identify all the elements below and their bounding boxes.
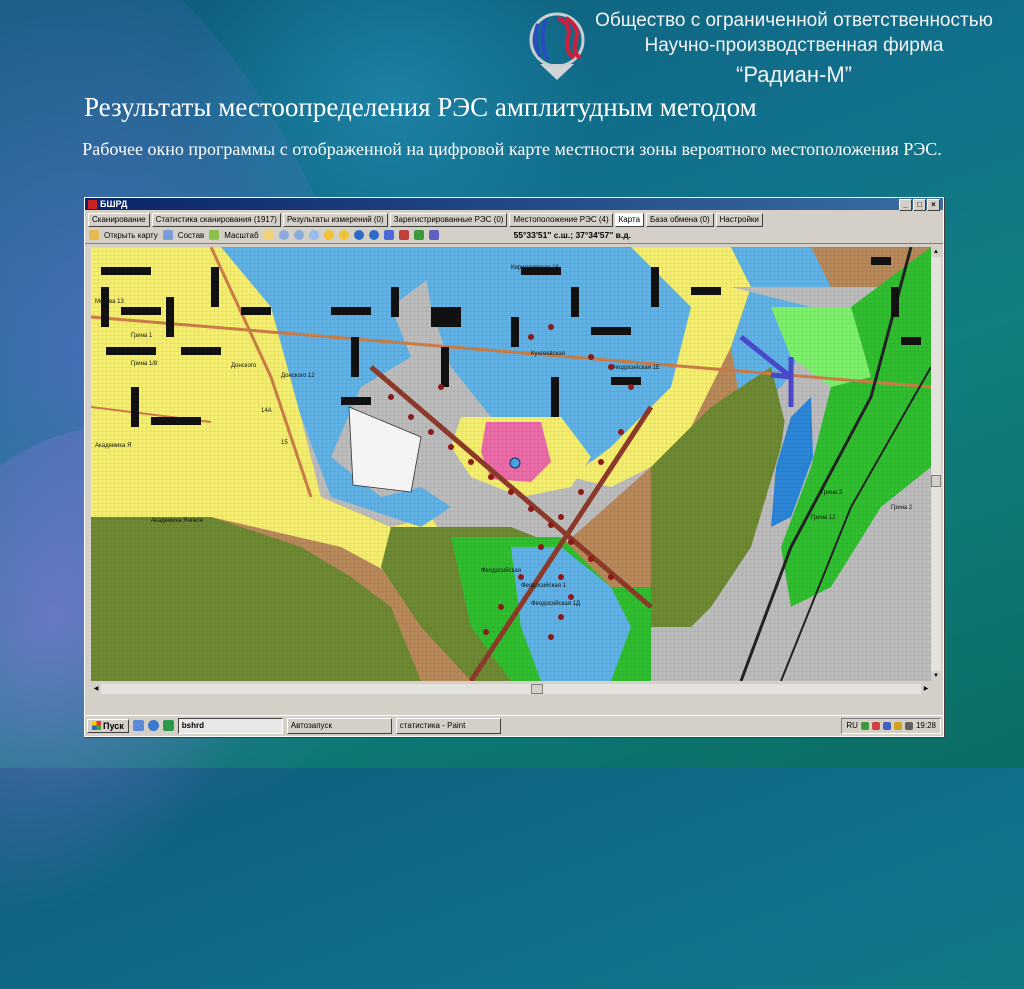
horizontal-scrollbar[interactable]: ◀ ▶ <box>91 684 931 694</box>
windows-logo-icon <box>92 721 101 730</box>
window-title: БШРД <box>100 199 128 209</box>
scroll-down-icon[interactable]: ▼ <box>931 671 941 681</box>
map-canvas[interactable]: Москва 13 Грина 1 Грина 1/8 Донского 12 … <box>91 247 931 681</box>
vertical-scroll-thumb[interactable] <box>931 475 941 487</box>
globe-icon[interactable] <box>368 230 379 240</box>
app-window: БШРД _ □ × Сканирование Статистика скани… <box>84 197 944 737</box>
coordinates-readout: 55°33'51'' с.ш.; 37°34'57'' в.д. <box>513 230 631 240</box>
hand-icon[interactable] <box>263 230 274 240</box>
scale-icon <box>209 230 220 240</box>
tab-settings[interactable]: Настройки <box>715 213 763 227</box>
tab-measurements[interactable]: Результаты измерений (0) <box>282 213 388 227</box>
map-label: Феодосийская <box>481 567 521 574</box>
chart-icon[interactable] <box>398 230 409 240</box>
globe-icon[interactable] <box>353 230 364 240</box>
map-label: Феодосийская 1Д <box>531 600 580 607</box>
start-label: Пуск <box>103 720 124 731</box>
company-line1: Общество с ограниченной ответственностью <box>595 10 993 31</box>
system-tray: RU 19:28 <box>841 717 941 734</box>
desktop-icon[interactable] <box>132 720 144 731</box>
slide-title: Результаты местоопределения РЭС амплитуд… <box>84 92 757 122</box>
tab-scanning[interactable]: Сканирование <box>88 213 150 227</box>
language-indicator[interactable]: RU <box>846 721 858 730</box>
map-label: Донского <box>231 363 257 369</box>
map-label: Феодосийская 1 <box>521 582 567 589</box>
map-label: Москва 13 <box>95 299 124 305</box>
map-label: Кирилловская 18 <box>511 265 559 271</box>
scroll-left-icon[interactable]: ◀ <box>91 684 101 694</box>
layers-button[interactable]: Состав <box>178 231 205 240</box>
start-button[interactable]: Пуск <box>87 718 129 733</box>
sun-icon[interactable] <box>323 230 334 240</box>
map-label: Грина 1/8 <box>131 361 158 367</box>
map-label: Грина 3 <box>821 490 843 496</box>
map-label: Грина 2 <box>891 505 913 511</box>
tab-map[interactable]: Карта <box>614 213 645 227</box>
company-line2: Научно-производственная фирма <box>644 35 944 56</box>
tab-registered[interactable]: Зарегистрированные РЭС (0) <box>389 213 508 227</box>
network-icon[interactable] <box>860 721 869 730</box>
open-map-button[interactable]: Открыть карту <box>104 231 158 240</box>
tab-location[interactable]: Местоположение РЭС (4) <box>509 213 613 227</box>
taskbar: Пуск bshrd Автозапуск статистика - Paint… <box>85 715 943 735</box>
sun-icon[interactable] <box>338 230 349 240</box>
map-label: Грина 1 <box>131 333 153 339</box>
print-icon[interactable] <box>413 230 424 240</box>
window-titlebar[interactable]: БШРД _ □ × <box>85 198 943 211</box>
company-line3: “Радиан-М” <box>736 62 852 87</box>
task-paint[interactable]: статистика - Paint <box>395 717 501 734</box>
slide-subtitle: Рабочее окно программы с отображенной на… <box>82 139 942 159</box>
app-icon <box>88 199 97 209</box>
horizontal-scroll-thumb[interactable] <box>531 684 543 694</box>
company-block: Общество с ограниченной ответственностью… <box>574 8 1014 87</box>
media-icon[interactable] <box>162 720 174 731</box>
minimize-button[interactable]: _ <box>899 199 912 211</box>
tab-exchange[interactable]: База обмена (0) <box>646 213 714 227</box>
browser-icon[interactable] <box>147 720 159 731</box>
folder-icon <box>89 230 99 240</box>
map-label: Грина 12 <box>811 515 836 521</box>
map-label: Академика Я <box>95 443 132 449</box>
antivirus-icon[interactable] <box>871 721 880 730</box>
task-bshrd[interactable]: bshrd <box>177 717 283 734</box>
map-label: 15 <box>281 440 288 446</box>
maximize-button[interactable]: □ <box>913 199 926 211</box>
scale-button[interactable]: Масштаб <box>224 231 258 240</box>
map-label: Академика Янгеля <box>151 518 203 524</box>
tab-scan-stats[interactable]: Статистика сканирования (1917) <box>151 213 281 227</box>
vertical-scrollbar[interactable]: ▲ ▼ <box>931 247 941 681</box>
tray-app-icon[interactable] <box>882 721 891 730</box>
map-label: Феодосийская 1Е <box>611 364 660 371</box>
map-toolbar: Открыть карту Состав Масштаб 55°33'51'' … <box>85 227 943 244</box>
grid-icon[interactable] <box>383 230 394 240</box>
save-icon[interactable] <box>428 230 439 240</box>
transmitter-estimate-marker <box>509 457 521 469</box>
map-label: 14А <box>261 408 272 414</box>
zoom-fit-icon[interactable] <box>308 230 319 240</box>
map-label: Донского 12 <box>281 373 315 379</box>
zoom-in-icon[interactable] <box>278 230 289 240</box>
volume-icon[interactable] <box>904 721 913 730</box>
zoom-out-icon[interactable] <box>293 230 304 240</box>
scroll-right-icon[interactable]: ▶ <box>921 684 931 694</box>
tray-app-icon[interactable] <box>893 721 902 730</box>
task-autorun[interactable]: Автозапуск <box>286 717 392 734</box>
close-button[interactable]: × <box>927 199 940 211</box>
layers-icon <box>162 230 173 240</box>
map-label: Кунгеевская <box>531 351 565 357</box>
clock: 19:28 <box>915 721 936 730</box>
scroll-up-icon[interactable]: ▲ <box>931 247 941 257</box>
tab-bar: Сканирование Статистика сканирования (19… <box>85 210 943 227</box>
